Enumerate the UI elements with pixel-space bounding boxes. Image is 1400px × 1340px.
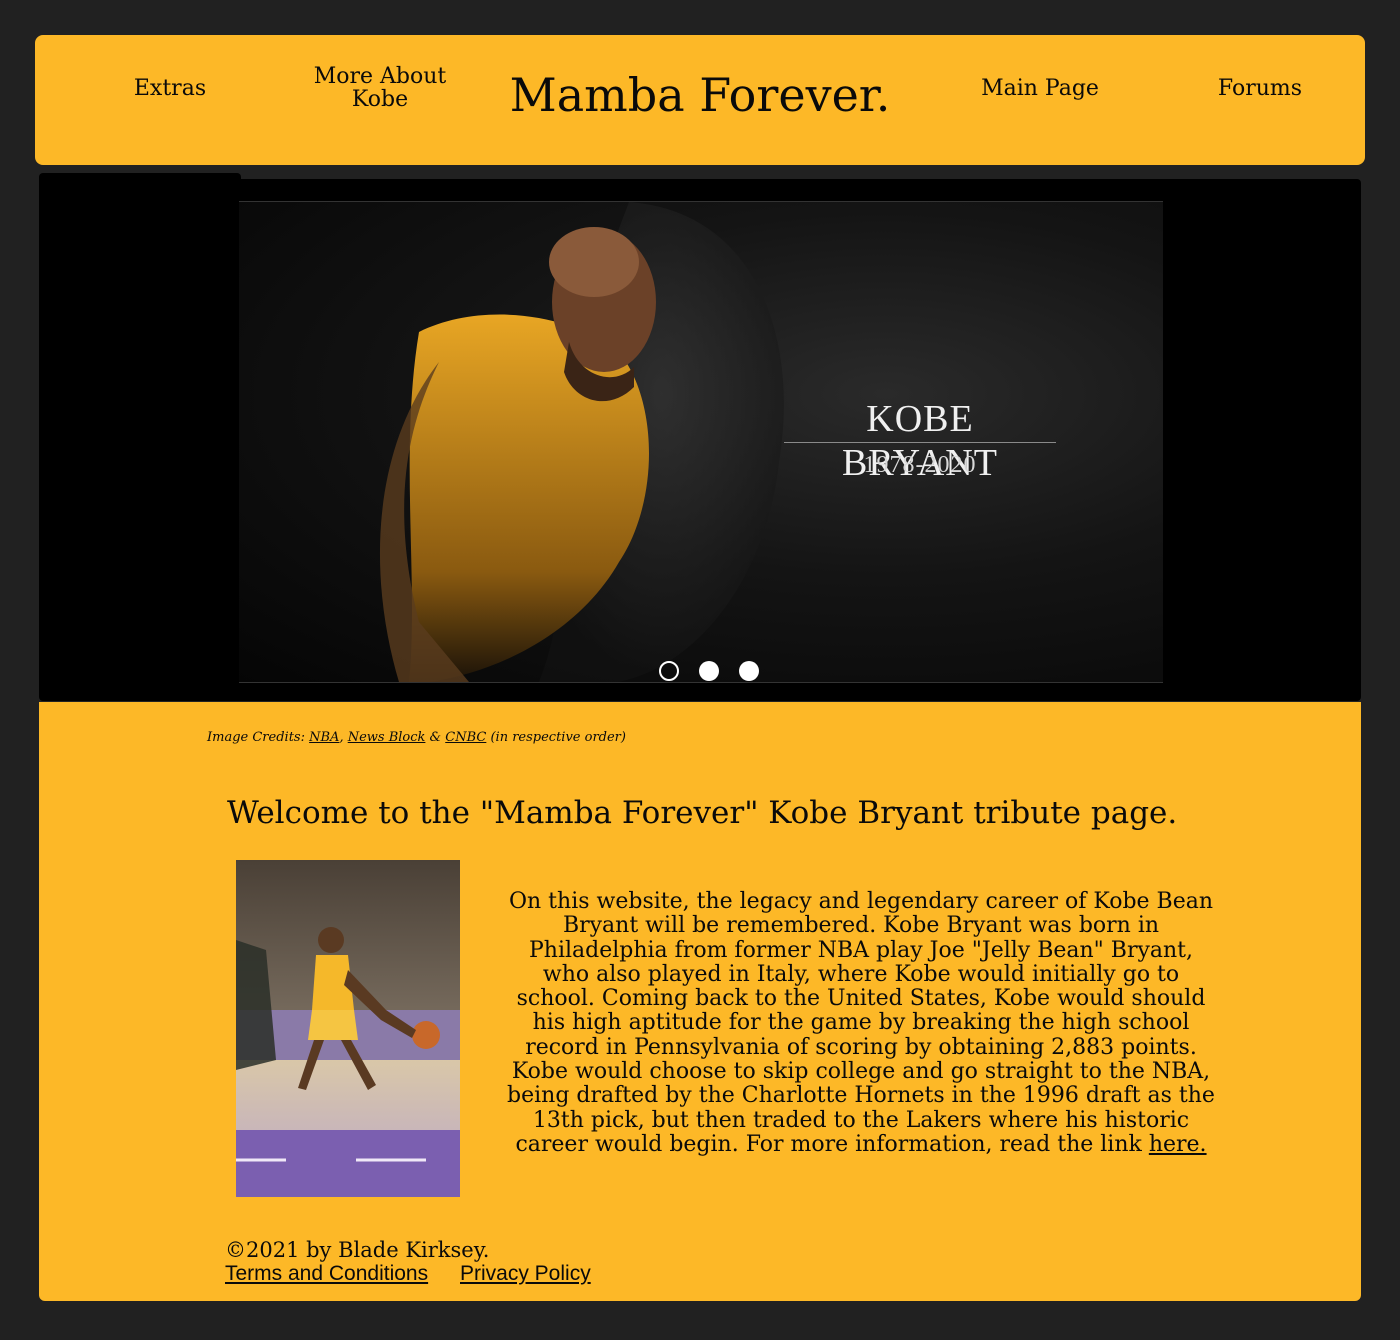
bio-text: On this website, the legacy and legendar… — [507, 889, 1215, 1157]
nav-link-main-page[interactable]: Main Page — [970, 23, 1110, 153]
nav-link-more-about-kobe[interactable]: More About Kobe — [305, 23, 455, 153]
footer-copyright: ©2021 by Blade Kirksey. — [225, 1238, 490, 1262]
kobe-tribute-slide-image: KOBE BRYANT 1978-2020 — [239, 201, 1163, 683]
credits-suffix: (in respective order) — [486, 730, 626, 745]
site-title: Mamba Forever. — [509, 68, 891, 122]
credit-link-cnbc[interactable]: CNBC — [445, 730, 486, 745]
welcome-heading: Welcome to the "Mamba Forever" Kobe Brya… — [227, 795, 1178, 831]
main-content: Image Credits: NBA, News Block & CNBC (i… — [39, 702, 1361, 1301]
site-header: Extras More About Kobe Mamba Forever. Ma… — [35, 35, 1365, 165]
kobe-dribbling-graphic — [236, 860, 460, 1197]
privacy-policy-link[interactable]: Privacy Policy — [460, 1262, 591, 1286]
credits-prefix: Image Credits: — [207, 730, 310, 745]
nav-link-extras[interactable]: Extras — [105, 23, 235, 153]
slide-caption-years: 1978-2020 — [863, 452, 977, 478]
image-slider[interactable]: KOBE BRYANT 1978-2020 — [39, 179, 1361, 701]
image-credits: Image Credits: NBA, News Block & CNBC (i… — [207, 730, 626, 745]
credit-link-nba[interactable]: NBA — [309, 730, 339, 745]
nav-link-forums[interactable]: Forums — [1200, 23, 1320, 153]
slider-dot-3[interactable] — [739, 661, 759, 681]
terms-and-conditions-link[interactable]: Terms and Conditions — [225, 1262, 428, 1286]
bio-more-info-link[interactable]: here. — [1149, 1132, 1207, 1157]
kobe-dribbling-photo — [236, 860, 460, 1197]
slider-dot-1[interactable] — [659, 661, 679, 681]
bio-paragraph: On this website, the legacy and legendar… — [504, 889, 1218, 1157]
slide-caption-divider — [784, 442, 1056, 443]
slider-dot-2[interactable] — [699, 661, 719, 681]
credits-separator: & — [425, 730, 446, 745]
credits-separator: , — [339, 730, 348, 745]
credit-link-news-block[interactable]: News Block — [348, 730, 426, 745]
